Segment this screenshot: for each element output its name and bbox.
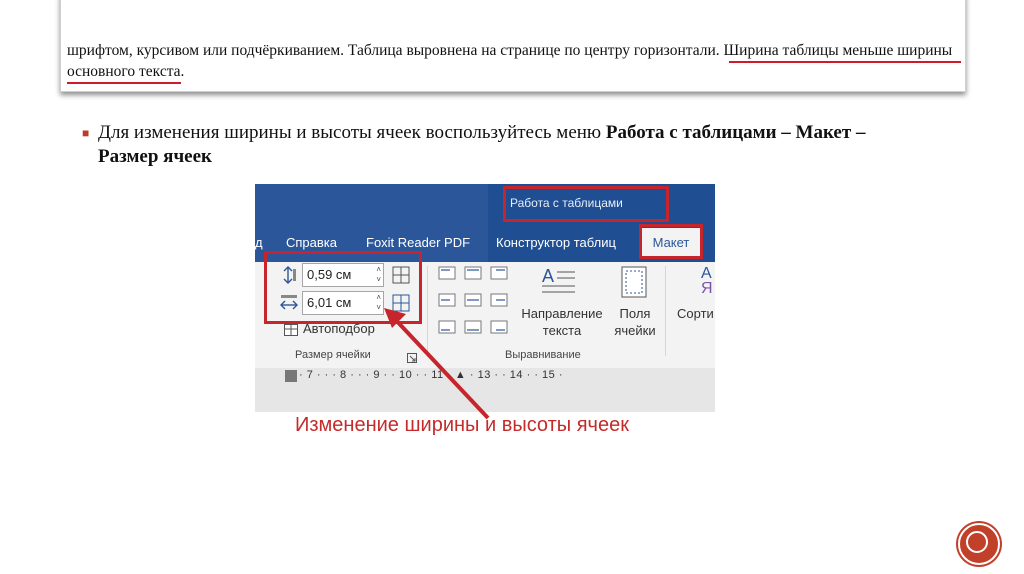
context-title-highlight — [503, 186, 669, 222]
tab-table-design[interactable]: Конструктор таблиц — [496, 235, 616, 250]
autofit-icon — [284, 323, 298, 341]
text-direction-label-2: текста — [542, 323, 582, 338]
cell-margins-label-1: Поля — [619, 306, 651, 321]
ruler-left-marker — [285, 370, 297, 382]
autofit-button[interactable]: Автоподбор — [303, 320, 375, 337]
sort-button[interactable]: Сорти — [677, 305, 714, 322]
excerpt-highlight-2: основного текста — [67, 63, 181, 80]
excerpt-line-2-tail: . — [180, 63, 185, 80]
cell-margins-button[interactable]: Поля ячейки — [610, 305, 660, 339]
group-label-alignment: Выравнивание — [505, 349, 581, 361]
group-separator-2 — [665, 266, 666, 356]
tab-partial[interactable]: д — [255, 235, 263, 250]
instruction-text: Для изменения ширины и высоты ячеек восп… — [98, 121, 928, 169]
nav-circle-icon[interactable] — [958, 523, 1000, 565]
layout-tab-highlight — [639, 224, 703, 259]
excerpt-line-2: основного текста. — [67, 63, 184, 81]
text-direction-icon: A — [541, 264, 577, 305]
pointer-arrow-icon — [384, 308, 490, 420]
group-label-cell-size: Размер ячейки — [295, 349, 371, 361]
cell-margins-label-2: ячейки — [614, 323, 656, 338]
cell-margins-icon — [621, 266, 647, 303]
excerpt-line-1: шрифтом, курсивом или подчёркиванием. Та… — [67, 42, 952, 60]
text-direction-button[interactable]: Направление текста — [515, 305, 609, 339]
highlight-underline-1 — [729, 61, 961, 63]
excerpt-line-1-text: шрифтом, курсивом или подчёркиванием. Та… — [67, 42, 720, 59]
highlight-underline-2 — [67, 82, 181, 84]
tab-foxit[interactable]: Foxit Reader PDF — [366, 235, 470, 250]
caption: Изменение ширины и высоты ячеек — [295, 414, 629, 436]
bullet-marker: ■ — [82, 126, 90, 140]
text-direction-label-1: Направление — [521, 306, 603, 321]
instruction-plain: Для изменения ширины и высоты ячеек восп… — [98, 122, 606, 143]
excerpt-highlight-1: Ширина таблицы меньше ширины — [723, 42, 953, 59]
svg-text:A: A — [542, 266, 554, 286]
document-excerpt: шрифтом, курсивом или подчёркиванием. Та… — [60, 0, 966, 92]
tab-help[interactable]: Справка — [286, 235, 337, 250]
sort-icon: AЯ — [701, 265, 713, 297]
